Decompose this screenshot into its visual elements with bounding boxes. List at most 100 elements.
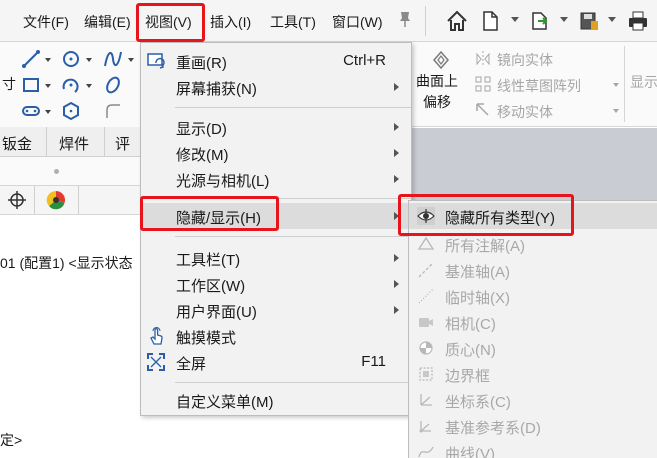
chevron-down-icon[interactable] — [45, 58, 51, 62]
chevron-right-icon — [394, 83, 399, 91]
dimension-label: 寸 — [2, 76, 16, 92]
chevron-right-icon — [394, 149, 399, 157]
camera-icon — [419, 318, 433, 327]
menu-item-toolbars[interactable]: 工具栏(T) — [141, 245, 411, 271]
linear-pattern-label[interactable]: 线性草图阵列 — [497, 76, 581, 96]
menu-edit[interactable]: 编辑(E) — [84, 12, 131, 32]
arc-icon[interactable] — [60, 74, 82, 96]
annotation-icon — [417, 236, 435, 250]
axis-icon — [418, 262, 434, 278]
temporary-axis-icon — [418, 288, 434, 304]
slot-icon[interactable] — [20, 100, 42, 122]
home-icon[interactable] — [445, 9, 469, 33]
tab-sheet-metal[interactable]: 钣金 — [0, 127, 47, 157]
rectangle-icon[interactable] — [20, 74, 42, 96]
tree-config-line[interactable]: 01 (配置1) <显示状态 — [0, 253, 133, 273]
tree-header-area — [0, 157, 140, 185]
menu-item-display[interactable]: 显示(D) — [141, 114, 411, 140]
polygon-icon[interactable] — [60, 100, 82, 122]
manager-tabs — [0, 185, 140, 215]
appearance-icon[interactable] — [45, 189, 67, 211]
reference-frame-icon — [419, 421, 431, 433]
chevron-down-icon[interactable] — [45, 84, 51, 88]
coordinate-system-icon — [420, 394, 432, 406]
mirror-entities-label[interactable]: 镜向实体 — [497, 50, 553, 70]
menu-item-lights-cameras[interactable]: 光源与相机(L) — [141, 166, 411, 192]
menu-item-touch-mode[interactable]: 触摸模式 — [141, 323, 411, 349]
tab-divider — [78, 186, 79, 214]
menu-separator — [175, 107, 411, 108]
offset-surface-label[interactable]: 曲面上 — [416, 71, 458, 91]
menu-item-workspace[interactable]: 工作区(W) — [141, 271, 411, 297]
chevron-down-icon[interactable] — [613, 109, 619, 113]
new-document-icon[interactable] — [478, 9, 502, 33]
touch-icon — [150, 327, 163, 345]
fullscreen-icon — [147, 353, 165, 371]
submenu-item-center-of-mass[interactable]: 质心(N) — [409, 335, 657, 361]
center-of-mass-icon — [419, 341, 433, 355]
menu-item-screen-capture[interactable]: 屏幕捕获(N) — [141, 74, 411, 100]
chevron-down-icon[interactable] — [608, 17, 616, 22]
splitter-dot[interactable] — [54, 169, 59, 174]
chevron-right-icon — [394, 280, 399, 288]
chevron-down-icon[interactable] — [511, 17, 519, 22]
chevron-down-icon[interactable] — [560, 17, 568, 22]
offset-surface-label-2[interactable]: 偏移 — [423, 92, 451, 112]
move-entities-icon[interactable] — [474, 101, 492, 119]
print-icon[interactable] — [626, 9, 650, 33]
curve-icon — [418, 446, 434, 458]
save-icon[interactable] — [577, 9, 601, 33]
chevron-right-icon — [394, 123, 399, 131]
submenu-item-cameras[interactable]: 相机(C) — [409, 309, 657, 335]
shortcut-text: F11 — [361, 353, 386, 370]
chevron-down-icon[interactable] — [613, 83, 619, 87]
chevron-down-icon[interactable] — [45, 110, 51, 114]
open-icon[interactable] — [528, 9, 552, 33]
menu-item-customize-menu[interactable]: 自定义菜单(M) — [141, 387, 411, 413]
highlight-view-menu — [136, 3, 205, 42]
submenu-item-temporary-axes[interactable]: 临时轴(X) — [409, 283, 657, 309]
shortcut-text: Ctrl+R — [343, 52, 386, 69]
redraw-icon — [147, 53, 165, 69]
menu-item-modify[interactable]: 修改(M) — [141, 140, 411, 166]
chevron-down-icon[interactable] — [86, 84, 92, 88]
fillet-icon[interactable] — [102, 100, 124, 122]
submenu-item-axes[interactable]: 基准轴(A) — [409, 257, 657, 283]
move-entities-label[interactable]: 移动实体 — [497, 102, 553, 122]
menu-insert[interactable]: 插入(I) — [210, 12, 251, 32]
menu-file[interactable]: 文件(F) — [23, 12, 69, 32]
mirror-icon[interactable] — [474, 50, 492, 68]
menu-separator — [175, 236, 411, 237]
submenu-item-curves[interactable]: 曲线(V) — [409, 439, 657, 458]
sketch-tools-panel: 曲面上 偏移 镜向实体 线性草图阵列 移动实体 显示 — [412, 42, 657, 127]
menu-item-fullscreen[interactable]: 全屏 F11 — [141, 349, 411, 375]
bounding-box-icon — [419, 367, 433, 381]
panel-divider — [624, 46, 625, 122]
submenu-item-coordinate-systems[interactable]: 坐标系(C) — [409, 387, 657, 413]
crosshair-icon[interactable] — [6, 189, 28, 211]
spline-icon[interactable] — [102, 48, 124, 70]
menu-tools[interactable]: 工具(T) — [270, 12, 316, 32]
highlight-hide-show — [140, 196, 279, 231]
tree-bottom-line[interactable]: 定> — [0, 430, 22, 450]
circle-icon[interactable] — [60, 48, 82, 70]
chevron-down-icon[interactable] — [128, 58, 134, 62]
linear-pattern-icon[interactable] — [474, 75, 492, 93]
hide-show-submenu: 隐藏所有类型(Y) 所有注解(A) 基准轴(A) 临时轴(X) 相机(C) 质心… — [408, 200, 657, 458]
tab-evaluate[interactable]: 评 — [105, 127, 140, 157]
ellipse-icon[interactable] — [102, 74, 124, 96]
line-icon[interactable] — [20, 48, 42, 70]
tab-weldments[interactable]: 焊件 — [47, 127, 105, 157]
chevron-right-icon — [394, 175, 399, 183]
menu-window[interactable]: 窗口(W) — [332, 12, 383, 32]
menu-item-redraw[interactable]: 重画(R) Ctrl+R — [141, 48, 411, 74]
submenu-item-bounding-box[interactable]: 边界框 — [409, 361, 657, 387]
chevron-down-icon[interactable] — [86, 58, 92, 62]
pin-icon[interactable] — [398, 10, 412, 28]
command-tabs: 钣金 焊件 评 — [0, 127, 140, 157]
menu-separator — [175, 382, 411, 383]
display-label[interactable]: 显示 — [630, 72, 657, 92]
menu-item-user-interface[interactable]: 用户界面(U) — [141, 297, 411, 323]
submenu-item-reference-frames[interactable]: 基准参考系(D) — [409, 413, 657, 439]
offset-surface-icon[interactable] — [430, 48, 452, 70]
